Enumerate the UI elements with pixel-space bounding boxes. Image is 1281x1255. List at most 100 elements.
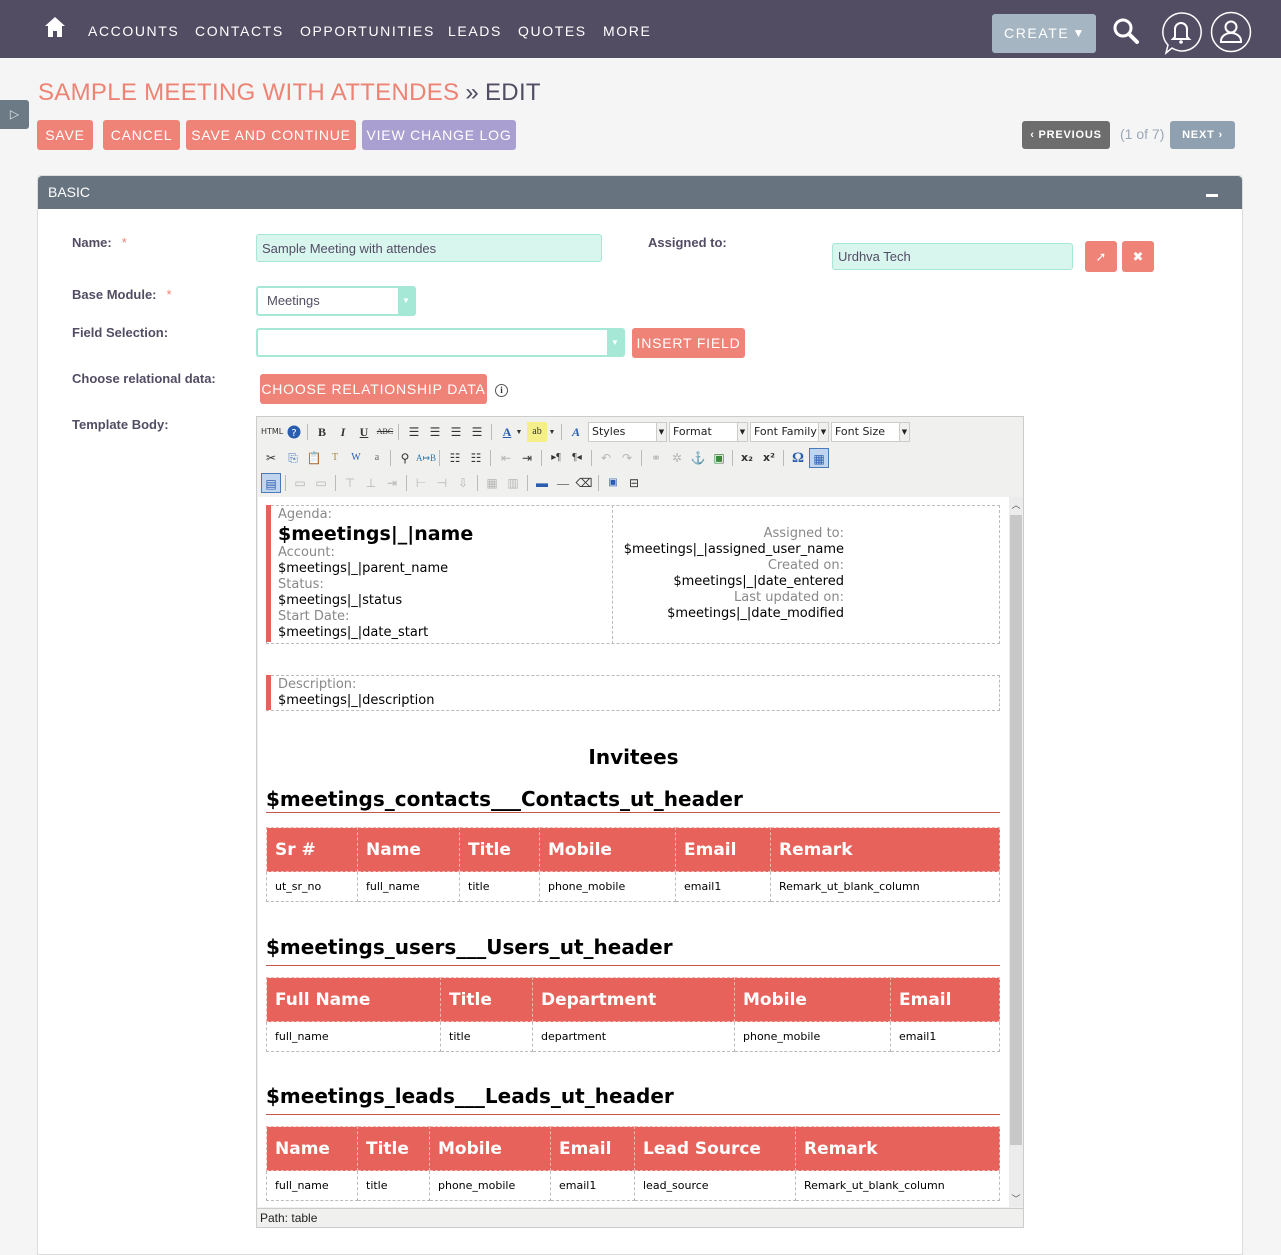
base-module-select[interactable]: Meetings ▼ [256,286,416,316]
insert-column-after-icon[interactable]: ⊣ [432,473,452,493]
delete-row-icon[interactable]: ⇥ [382,473,402,493]
search-icon[interactable] [1112,17,1140,45]
choose-relationship-data-button[interactable]: CHOOSE RELATIONSHIP DATA [260,374,487,404]
bullet-list-icon[interactable]: ☷ [445,448,465,468]
remove-formatting-icon[interactable]: ⌫ [574,473,594,493]
styles-icon[interactable]: A [566,422,586,442]
collapse-minus-icon[interactable] [1206,194,1218,197]
toolbar-separator [541,450,542,466]
editor-scrollbar[interactable]: ︿ ﹀ [1009,497,1023,1207]
next-button[interactable]: NEXT › [1170,121,1235,149]
delete-column-icon[interactable]: ⇩ [453,473,473,493]
insert-date-icon[interactable]: ▣ [603,473,623,493]
base-module-value: Meetings [267,293,320,308]
horizontal-rule-styled-icon[interactable]: ▬ [532,473,552,493]
align-right-icon[interactable]: ☰ [446,422,466,442]
html-source-icon[interactable]: HTML [261,422,283,442]
special-character-icon[interactable]: Ω [788,448,808,468]
scroll-down-icon[interactable]: ﹀ [1009,1191,1023,1207]
copy-icon[interactable]: ⎘ [283,448,303,468]
outdent-icon[interactable]: ⇤ [496,448,516,468]
nav-item-quotes[interactable]: QUOTES [518,23,587,39]
nav-item-more[interactable]: MORE [603,23,651,39]
dropdown-arrow-icon[interactable]: ▼ [547,422,557,442]
anchor-icon[interactable]: ⚓ [688,448,708,468]
sidebar-toggle-button[interactable]: ▷ [0,100,29,129]
create-button[interactable]: CREATE ▼ [992,14,1096,53]
paste-icon[interactable]: 📋 [304,448,324,468]
cell-properties-icon[interactable]: ▭ [311,473,331,493]
font-size-dropdown[interactable]: Font Size ▼ [831,422,910,442]
toolbar-row-2: ✂ ⎘ 📋 T W a ⚲ A↦B ☷ ☷ ⇤ ⇥ ▸¶ ¶◂ ↶ ↷ ⚭ ✲ … [259,448,1019,470]
status-caption: Status: [278,577,324,592]
table-icon[interactable]: ▦ [809,448,829,468]
align-justify-icon[interactable]: ☰ [467,422,487,442]
notifications-bell-icon[interactable] [1160,11,1202,55]
paste-word-icon[interactable]: W [346,448,366,468]
redo-icon[interactable]: ↷ [617,448,637,468]
numbered-list-icon[interactable]: ☷ [466,448,486,468]
home-icon[interactable] [44,16,66,38]
nav-item-opportunities[interactable]: OPPORTUNITIES [300,23,435,39]
insert-row-after-icon[interactable]: ⊥ [361,473,381,493]
bold-icon[interactable]: B [312,422,332,442]
table-cell: Remark_ut_blank_column [770,871,1000,902]
select-user-button[interactable]: ➚ [1085,241,1117,272]
field-selection-select[interactable]: ▼ [256,328,625,357]
undo-icon[interactable]: ↶ [596,448,616,468]
strikethrough-icon[interactable]: ABC [375,422,395,442]
editor-content-area[interactable]: Agenda: $meetings|_|name Account: $meeti… [258,497,1009,1207]
image-icon[interactable]: ▣ [709,448,729,468]
underline-icon[interactable]: U [354,422,374,442]
cut-icon[interactable]: ✂ [261,448,281,468]
nav-item-accounts[interactable]: ACCOUNTS [88,23,179,39]
superscript-icon[interactable]: x² [759,448,779,468]
rtl-icon[interactable]: ¶◂ [567,448,587,468]
paste-text-icon[interactable]: T [325,448,345,468]
nav-item-leads[interactable]: LEADS [448,23,502,39]
align-center-icon[interactable]: ☰ [425,422,445,442]
column-header: Name [357,827,460,872]
save-and-continue-button[interactable]: SAVE AND CONTINUE [186,120,356,150]
panel-header[interactable]: BASIC [38,176,1242,209]
insert-column-before-icon[interactable]: ⊢ [411,473,431,493]
assigned-to-input[interactable] [832,243,1073,270]
highlight-color-icon[interactable]: ab [527,422,547,442]
indent-icon[interactable]: ⇥ [517,448,537,468]
insert-row-before-icon[interactable]: ⊤ [340,473,360,493]
scrollbar-thumb[interactable] [1010,515,1022,1145]
unlink-icon[interactable]: ✲ [667,448,687,468]
align-left-icon[interactable]: ☰ [404,422,424,442]
cancel-button[interactable]: CANCEL [103,120,180,150]
split-cells-icon[interactable]: ▦ [482,473,502,493]
save-button[interactable]: SAVE [37,120,93,150]
info-icon[interactable]: i [495,384,508,397]
name-input[interactable] [256,234,602,262]
link-icon[interactable]: ⚭ [646,448,666,468]
styles-dropdown[interactable]: Styles ▼ [588,422,667,442]
ltr-icon[interactable]: ▸¶ [546,448,566,468]
scroll-up-icon[interactable]: ︿ [1009,497,1023,513]
font-family-dropdown[interactable]: Font Family ▼ [750,422,829,442]
insert-field-button[interactable]: INSERT FIELD [632,328,745,358]
previous-button[interactable]: ‹ PREVIOUS [1022,121,1110,149]
subscript-icon[interactable]: x₂ [737,448,757,468]
user-profile-icon[interactable] [1210,11,1252,53]
horizontal-rule-icon[interactable]: — [553,473,573,493]
table-row: ut_sr_no full_name title phone_mobile em… [266,871,1000,902]
view-change-log-button[interactable]: VIEW CHANGE LOG [362,120,516,150]
help-icon[interactable]: ? [284,422,304,442]
select-all-icon[interactable]: a [367,448,387,468]
dropdown-arrow-icon[interactable]: ▼ [514,422,524,442]
table-properties-icon[interactable]: ▤ [261,473,281,493]
page-break-icon[interactable]: ⊟ [624,473,644,493]
format-dropdown[interactable]: Format ▼ [669,422,748,442]
row-properties-icon[interactable]: ▭ [290,473,310,493]
find-replace-icon[interactable]: A↦B [416,448,436,468]
italic-icon[interactable]: I [333,422,353,442]
summary-divider [612,505,613,644]
nav-item-contacts[interactable]: CONTACTS [195,23,284,39]
find-icon[interactable]: ⚲ [395,448,415,468]
merge-cells-icon[interactable]: ▥ [503,473,523,493]
clear-user-button[interactable]: ✖ [1122,241,1154,272]
